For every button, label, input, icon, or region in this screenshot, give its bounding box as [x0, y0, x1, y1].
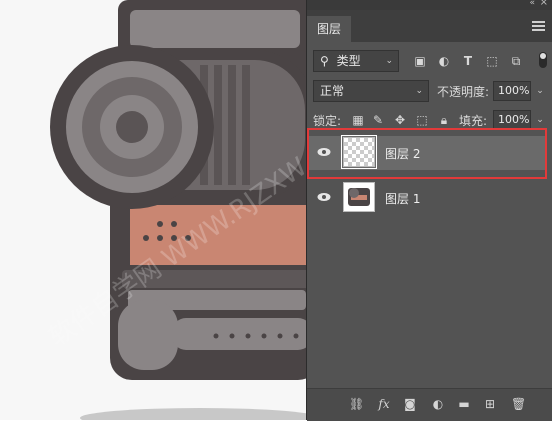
adjustment-layer-icon[interactable]: ◐ — [431, 397, 445, 411]
search-icon: ⚲ — [320, 54, 329, 68]
collapse-panel-icon[interactable]: « — [529, 0, 535, 8]
lock-artboard-icon[interactable]: ⬚ — [415, 113, 429, 127]
new-layer-icon[interactable]: ⊞ — [483, 397, 497, 411]
filter-row: ⚲ 类型 ⌄ ▣ ◐ T ⬚ ⧉ — [307, 50, 552, 72]
opacity-label: 不透明度: — [437, 85, 490, 99]
panel-top-strip: « × — [307, 0, 552, 10]
eye-icon[interactable] — [317, 192, 331, 202]
document-canvas[interactable]: 软件自学网 WWW.RJZXW.COM — [0, 0, 306, 420]
image-filter-icon[interactable]: ▣ — [413, 54, 427, 68]
lock-transparent-pixels-icon[interactable]: ▦ — [351, 113, 365, 127]
filter-kind-label: 类型 — [336, 54, 361, 68]
blend-mode-dropdown[interactable]: 正常 ⌄ — [313, 80, 429, 102]
new-group-icon[interactable]: ▬ — [457, 397, 471, 411]
layers-bottom-toolbar: ⛓ fx ◙ ◐ ▬ ⊞ 🗑︎ — [307, 388, 552, 421]
fill-field[interactable]: 100% — [493, 110, 531, 130]
layer-row-layer-1[interactable]: 图层 1 — [307, 181, 547, 215]
link-layers-icon[interactable]: ⛓ — [349, 397, 364, 411]
opacity-chevron-icon[interactable]: ⌄ — [533, 81, 547, 101]
fx-icon[interactable]: fx — [377, 397, 391, 411]
shape-filter-icon[interactable]: ⬚ — [485, 54, 499, 68]
lock-label: 锁定: — [313, 114, 342, 128]
camera-illustration: 软件自学网 WWW.RJZXW.COM — [0, 0, 306, 420]
lock-all-icon[interactable]: 🔒︎ — [437, 113, 451, 127]
camera-thumbnail-icon — [348, 188, 370, 206]
layers-panel: « × 图层 ⚲ 类型 ⌄ ▣ ◐ T ⬚ ⧉ 正常 ⌄ 不透明度: 100% … — [306, 0, 552, 421]
lock-image-pixels-icon[interactable]: ✎ — [371, 113, 385, 127]
trash-icon[interactable]: 🗑︎ — [511, 397, 526, 411]
close-panel-icon[interactable]: × — [540, 0, 548, 8]
add-mask-icon[interactable]: ◙ — [403, 397, 417, 411]
selection-highlight-box — [307, 128, 547, 179]
layer-name[interactable]: 图层 1 — [385, 190, 420, 207]
panel-tab-bar: 图层 — [307, 10, 552, 42]
filter-kind-dropdown[interactable]: ⚲ 类型 ⌄ — [313, 50, 399, 72]
fill-label: 填充: — [459, 114, 488, 128]
blend-mode-label: 正常 — [320, 84, 345, 98]
filter-toggle[interactable] — [539, 52, 547, 68]
tab-layers[interactable]: 图层 — [307, 16, 351, 42]
adjustment-filter-icon[interactable]: ◐ — [437, 54, 451, 68]
lock-position-icon[interactable]: ✥ — [393, 113, 407, 127]
smart-object-filter-icon[interactable]: ⧉ — [509, 54, 523, 68]
chevron-down-icon: ⌄ — [415, 86, 423, 96]
opacity-field[interactable]: 100% — [493, 81, 531, 101]
panel-menu-icon[interactable] — [532, 21, 545, 31]
chevron-down-icon: ⌄ — [385, 56, 393, 66]
type-filter-icon[interactable]: T — [461, 54, 475, 68]
layer-thumbnail — [343, 182, 375, 212]
fill-chevron-icon[interactable]: ⌄ — [533, 110, 547, 130]
blend-row: 正常 ⌄ 不透明度: 100% ⌄ — [307, 80, 552, 102]
